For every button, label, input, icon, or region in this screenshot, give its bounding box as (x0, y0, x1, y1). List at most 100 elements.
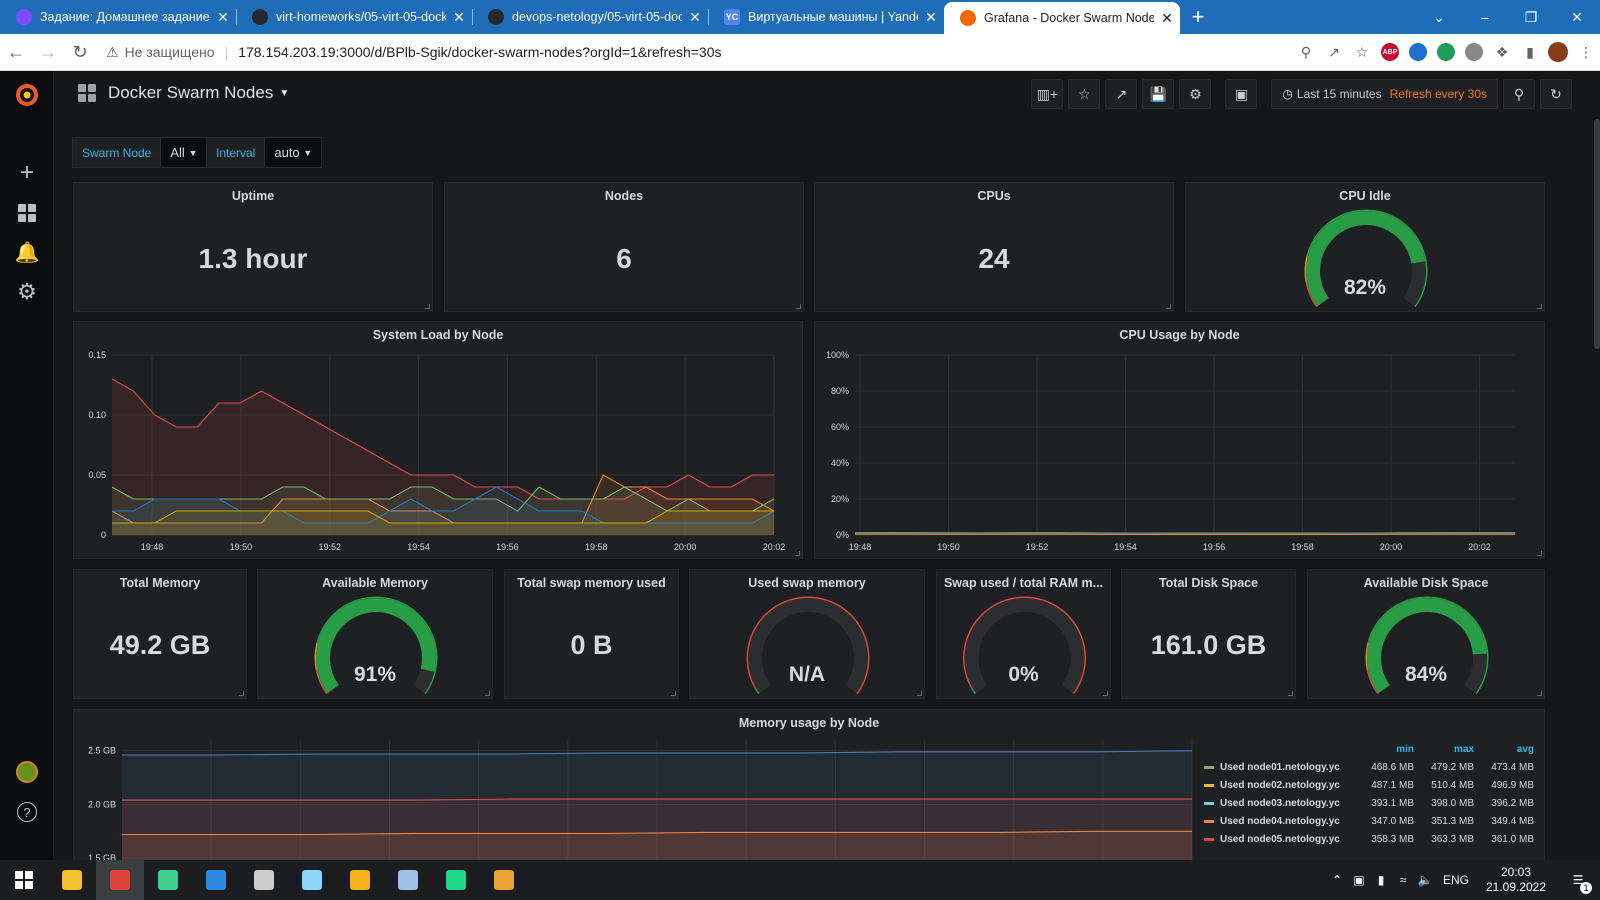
total-swap-panel[interactable]: Total swap memory used 0 B (504, 569, 679, 699)
windows-start-icon[interactable] (0, 860, 48, 900)
alerting-bell-icon[interactable]: 🔔 (0, 237, 54, 267)
add-panel-icon[interactable]: ▥+ (1031, 79, 1064, 109)
zoom-icon[interactable]: ⚲ (1292, 38, 1320, 66)
tv-mode-icon[interactable]: ▣ (1225, 79, 1258, 109)
tray-app-icon[interactable]: ▣ (1348, 873, 1370, 887)
extension-icon[interactable] (1432, 38, 1460, 66)
nodes-panel[interactable]: Nodes 6 (444, 182, 804, 312)
resize-handle[interactable] (671, 691, 676, 696)
page-scrollbar[interactable] (1594, 119, 1600, 349)
used-swap-panel[interactable]: Used swap memory N/A (689, 569, 925, 699)
resize-handle[interactable] (425, 304, 430, 309)
resize-handle[interactable] (1103, 691, 1108, 696)
volume-icon[interactable]: 🔈 (1414, 873, 1436, 887)
back-icon[interactable]: ← (0, 36, 32, 68)
close-window-icon[interactable]: ✕ (1554, 0, 1600, 34)
time-picker[interactable]: ◷ Last 15 minutes Refresh every 30s (1271, 79, 1498, 109)
resize-handle[interactable] (917, 691, 922, 696)
interval-select[interactable]: auto ▼ (265, 137, 323, 168)
notepad-icon[interactable] (288, 860, 336, 900)
total-memory-panel[interactable]: Total Memory 49.2 GB (73, 569, 247, 699)
tab-close-icon[interactable]: ✕ (682, 9, 708, 26)
cpu-idle-panel[interactable]: CPU Idle 82% (1185, 182, 1545, 312)
grafana-logo-icon[interactable] (0, 80, 54, 110)
legend-row[interactable]: Used node04.netology.yc 347.0 MB 351.3 MB 3… (1204, 812, 1534, 830)
virtualbox-icon[interactable] (384, 860, 432, 900)
resize-handle[interactable] (1288, 691, 1293, 696)
tab-close-icon[interactable]: ✕ (210, 9, 236, 26)
memory-usage-panel[interactable]: Memory usage by Node 1.5 GB 2.0 GB 2.5 GB … (73, 709, 1545, 860)
browser-tab[interactable]: virt-homeworks/05-virt-05-dock ✕ (236, 0, 472, 34)
side-panel-icon[interactable]: ▮ (1516, 38, 1544, 66)
url-field[interactable]: ⚠ Не защищено | 178.154.203.19:3000/d/BP… (106, 38, 1292, 66)
refresh-icon[interactable]: ↻ (1540, 79, 1572, 109)
available-disk-panel[interactable]: Available Disk Space 84% (1307, 569, 1545, 699)
chrome-icon[interactable] (96, 860, 144, 900)
resize-handle[interactable] (239, 691, 244, 696)
resize-handle[interactable] (1537, 551, 1542, 556)
restore-icon[interactable]: ❐ (1508, 0, 1554, 34)
browser-tab[interactable]: devops-netology/05-virt-05-doc ✕ (472, 0, 708, 34)
system-load-panel[interactable]: System Load by Node 0 0.05 0.10 0.15 19:48 19… (73, 321, 803, 559)
dashboard-title-picker[interactable]: Docker Swarm Nodes ▼ (78, 83, 289, 103)
legend-column-header[interactable]: min (1354, 744, 1414, 755)
resize-handle[interactable] (795, 551, 800, 556)
notifications-icon[interactable]: ☰ 1 (1556, 860, 1600, 900)
legend-column-header[interactable]: max (1414, 744, 1474, 755)
available-memory-panel[interactable]: Available Memory 91% (257, 569, 493, 699)
tab-close-icon[interactable]: ✕ (446, 9, 472, 26)
language-indicator[interactable]: ENG (1436, 873, 1476, 887)
browser-tab[interactable]: Grafana - Docker Swarm Nodes ✕ (944, 2, 1180, 34)
resize-handle[interactable] (796, 304, 801, 309)
star-icon[interactable]: ☆ (1068, 79, 1101, 109)
legend-row[interactable]: Used node02.netology.yc 487.1 MB 510.4 MB 4… (1204, 776, 1534, 794)
cpus-panel[interactable]: CPUs 24 (814, 182, 1174, 312)
browser-menu-icon[interactable]: ⋮ (1572, 38, 1600, 66)
forward-icon[interactable]: → (32, 36, 64, 68)
bookmark-star-icon[interactable]: ☆ (1348, 38, 1376, 66)
profile-avatar[interactable] (1544, 38, 1572, 66)
app-icon[interactable] (336, 860, 384, 900)
help-icon[interactable]: ? (0, 797, 54, 827)
resize-handle[interactable] (1537, 691, 1542, 696)
paint-icon[interactable] (480, 860, 528, 900)
wifi-icon[interactable]: ≈ (1392, 873, 1414, 887)
browser-tab[interactable]: Задание: Домашнее задание "О ✕ (0, 0, 236, 34)
legend-column-header[interactable]: avg (1474, 744, 1534, 755)
swap-ratio-panel[interactable]: Swap used / total RAM m... 0% (936, 569, 1111, 699)
legend-row[interactable]: Used node03.netology.yc 393.1 MB 398.0 MB 3… (1204, 794, 1534, 812)
extension-icon[interactable] (1460, 38, 1488, 66)
tab-search-icon[interactable]: ⌄ (1416, 0, 1462, 34)
extensions-puzzle-icon[interactable]: ❖ (1488, 38, 1516, 66)
pycharm-icon[interactable] (432, 860, 480, 900)
vscode-icon[interactable] (192, 860, 240, 900)
clock[interactable]: 20:03 21.09.2022 (1476, 865, 1556, 895)
total-disk-panel[interactable]: Total Disk Space 161.0 GB (1121, 569, 1296, 699)
terminal-icon[interactable] (240, 860, 288, 900)
legend-row[interactable]: Used node05.netology.yc 358.3 MB 363.3 MB 3… (1204, 830, 1534, 848)
legend-row[interactable]: Used node01.netology.yc 468.6 MB 479.2 MB 4… (1204, 758, 1534, 776)
dashboards-icon[interactable] (0, 198, 54, 228)
user-avatar[interactable] (0, 757, 54, 787)
new-tab-button[interactable]: + (1180, 0, 1216, 34)
zoom-out-icon[interactable]: ⚲ (1503, 79, 1535, 109)
tray-chevron-icon[interactable]: ⌃ (1326, 873, 1348, 887)
explorer-icon[interactable] (48, 860, 96, 900)
resize-handle[interactable] (1537, 304, 1542, 309)
tab-close-icon[interactable]: ✕ (1154, 10, 1180, 27)
swarm-node-select[interactable]: All ▼ (161, 137, 208, 168)
extension-icon[interactable] (1404, 38, 1432, 66)
save-icon[interactable]: 💾 (1142, 79, 1175, 109)
reload-icon[interactable]: ↻ (64, 36, 96, 68)
tab-close-icon[interactable]: ✕ (918, 9, 944, 26)
configuration-gear-icon[interactable]: ⚙ (0, 277, 54, 307)
uptime-panel[interactable]: Uptime 1.3 hour (73, 182, 433, 312)
share-dashboard-icon[interactable]: ↗ (1105, 79, 1138, 109)
url-text[interactable]: 178.154.203.19:3000/d/BPlb-Sgik/docker-s… (238, 44, 721, 60)
create-plus-icon[interactable]: + (0, 158, 54, 188)
browser-tab[interactable]: YC Виртуальные машины | Yandex ✕ (708, 0, 944, 34)
resize-handle[interactable] (485, 691, 490, 696)
resize-handle[interactable] (1166, 304, 1171, 309)
share-icon[interactable]: ↗ (1320, 38, 1348, 66)
extension-icon[interactable]: ABP (1376, 38, 1404, 66)
